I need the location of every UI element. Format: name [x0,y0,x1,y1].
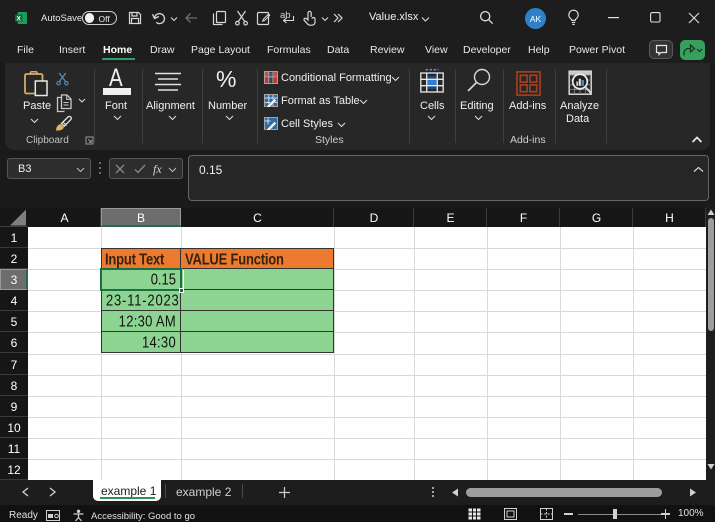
svg-text:X: X [17,15,22,22]
